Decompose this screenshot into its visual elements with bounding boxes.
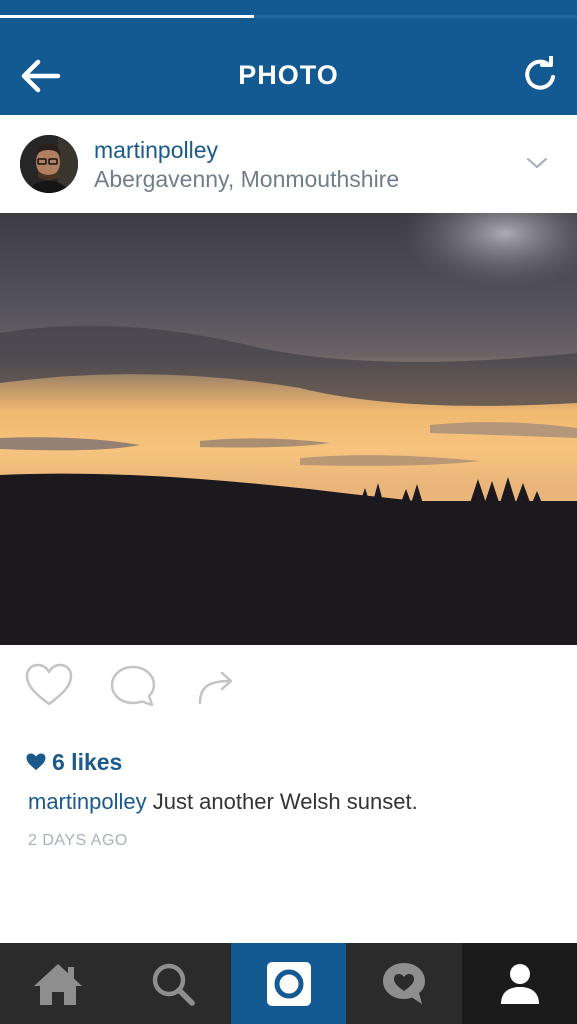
page-title: PHOTO (238, 60, 339, 90)
search-icon (152, 963, 195, 1006)
bottom-tab-bar (0, 943, 577, 1024)
heart-outline-icon (25, 663, 73, 706)
camera-icon (266, 961, 311, 1006)
post-actions (0, 645, 577, 735)
tab-camera[interactable] (231, 943, 346, 1024)
post-caption: martinpolley Just another Welsh sunset. (28, 789, 418, 815)
post-username[interactable]: martinpolley (94, 137, 218, 164)
tab-activity[interactable] (346, 943, 462, 1024)
chevron-down-icon (526, 157, 548, 169)
home-icon (33, 963, 82, 1005)
caption-username[interactable]: martinpolley (28, 789, 147, 814)
post-photo[interactable] (0, 213, 577, 645)
likes-label: 6 likes (52, 748, 123, 775)
load-progress-fill (0, 15, 254, 18)
avatar-image (20, 135, 78, 193)
profile-icon (500, 963, 539, 1004)
avatar[interactable] (20, 135, 78, 193)
tab-search[interactable] (115, 943, 231, 1024)
load-progress-bar (0, 15, 577, 18)
top-nav-bar: PHOTO (0, 0, 577, 115)
post-location[interactable]: Abergavenny, Monmouthshire (94, 166, 399, 193)
comment-bubble-icon (110, 665, 156, 707)
sunset-photo (0, 213, 577, 645)
tab-profile[interactable] (462, 943, 577, 1024)
share-arrow-icon (198, 671, 233, 705)
refresh-icon (525, 55, 555, 90)
tab-home[interactable] (0, 943, 115, 1024)
activity-heart-icon (383, 962, 425, 1004)
caption-text: Just another Welsh sunset. (146, 789, 418, 814)
likes-count[interactable]: 6 likes (26, 748, 122, 776)
refresh-button[interactable] (518, 55, 562, 96)
comment-button[interactable] (108, 663, 158, 709)
like-button[interactable] (24, 663, 74, 709)
post-options-button[interactable] (526, 155, 548, 171)
post-timestamp: 2 DAYS AGO (28, 832, 128, 849)
post-header: martinpolley Abergavenny, Monmouthshire (0, 115, 577, 213)
share-button[interactable] (192, 663, 242, 709)
heart-filled-icon (26, 753, 46, 770)
